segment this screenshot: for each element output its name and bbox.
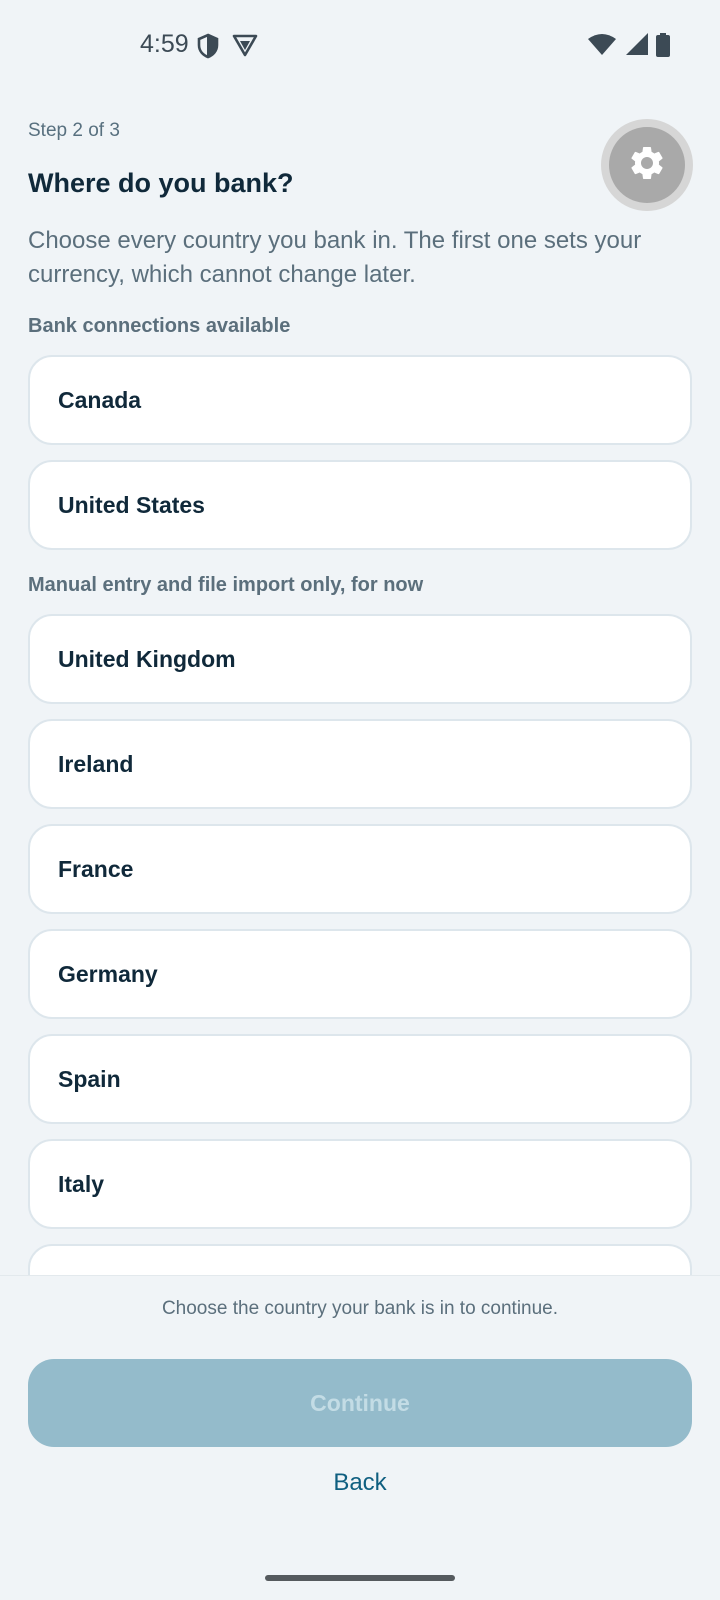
country-option-partial[interactable] bbox=[28, 1244, 692, 1275]
continue-hint: Choose the country your bank is in to co… bbox=[161, 1298, 559, 1319]
country-list[interactable]: Bank connections available Canada United… bbox=[0, 300, 720, 1275]
country-option-united-states[interactable]: United States bbox=[28, 460, 692, 550]
wifi-icon bbox=[588, 33, 616, 62]
gear-icon bbox=[627, 143, 667, 188]
continue-button[interactable]: Continue bbox=[28, 1359, 692, 1447]
status-bar: 4:59 bbox=[0, 0, 720, 92]
country-option-germany[interactable]: Germany bbox=[28, 929, 692, 1019]
settings-button-inner bbox=[609, 127, 685, 203]
shield-icon bbox=[196, 33, 220, 64]
vpn-icon bbox=[232, 33, 258, 64]
section-label-manual-entry: Manual entry and file import only, for n… bbox=[28, 574, 424, 596]
cellular-icon bbox=[624, 33, 648, 62]
step-indicator: Step 2 of 3 bbox=[28, 120, 120, 141]
home-indicator[interactable] bbox=[265, 1575, 455, 1581]
country-option-italy[interactable]: Italy bbox=[28, 1139, 692, 1229]
status-left-icons bbox=[196, 33, 258, 64]
country-option-spain[interactable]: Spain bbox=[28, 1034, 692, 1124]
page-description: Choose every country you bank in. The fi… bbox=[28, 227, 642, 288]
country-option-united-kingdom[interactable]: United Kingdom bbox=[28, 614, 692, 704]
country-option-canada[interactable]: Canada bbox=[28, 355, 692, 445]
footer: Choose the country your bank is in to co… bbox=[0, 1275, 720, 1600]
status-time: 4:59 bbox=[140, 30, 189, 58]
status-right-icons bbox=[588, 33, 670, 62]
back-button[interactable]: Back bbox=[260, 1453, 460, 1513]
section-label-bank-connections: Bank connections available bbox=[28, 315, 291, 337]
country-option-france[interactable]: France bbox=[28, 824, 692, 914]
settings-button[interactable] bbox=[601, 119, 693, 211]
page-title: Where do you bank? bbox=[28, 168, 294, 198]
country-option-ireland[interactable]: Ireland bbox=[28, 719, 692, 809]
battery-icon bbox=[656, 33, 670, 62]
